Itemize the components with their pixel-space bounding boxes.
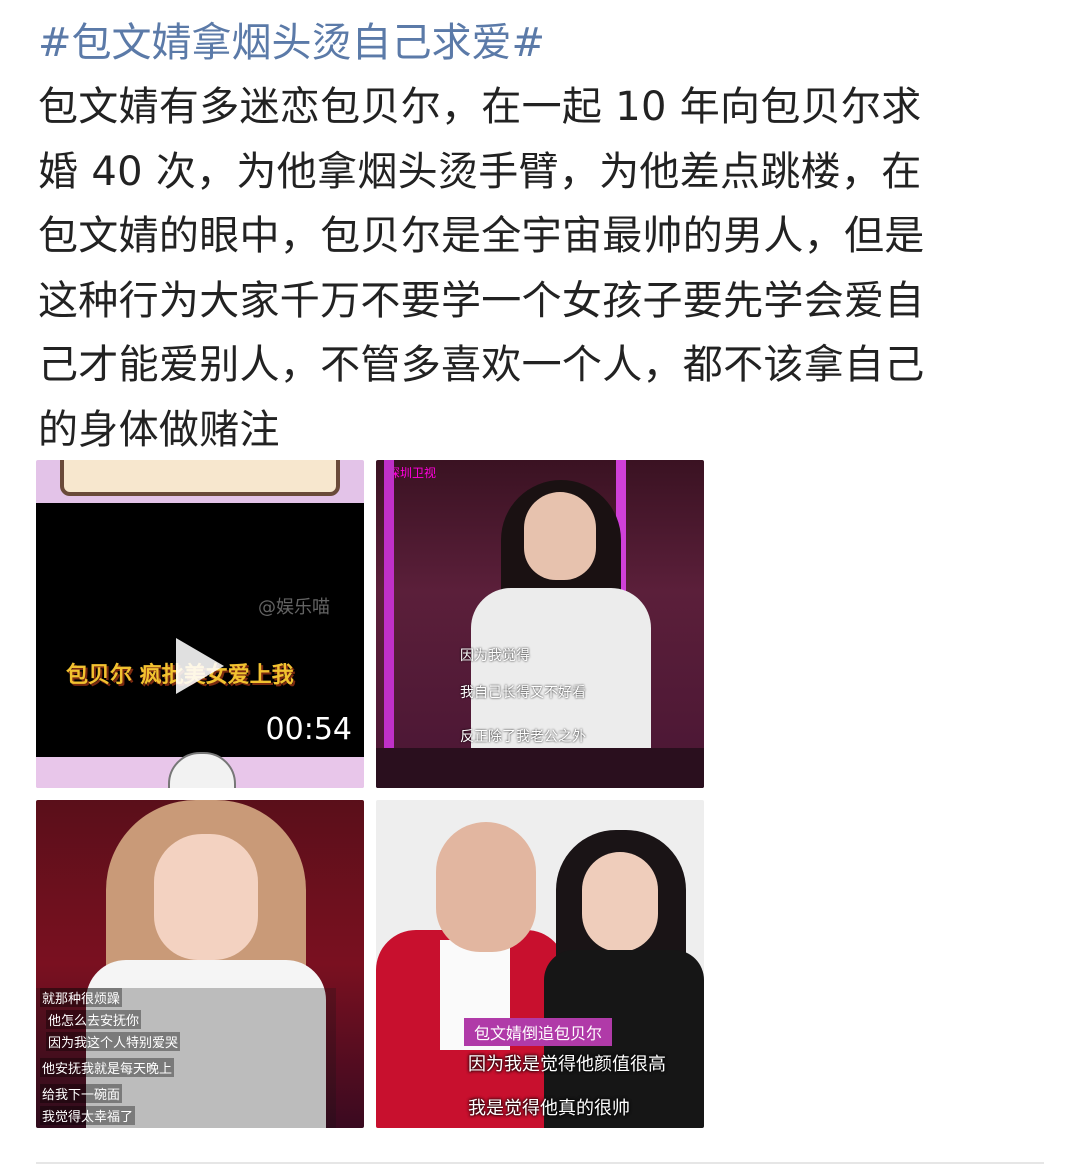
video-card-banner (60, 460, 340, 496)
post-body-text: 包文婧有多迷恋包贝尔，在一起 10 年向包贝尔求 婚 40 次，为他拿烟头烫手臂… (38, 84, 925, 453)
post-divider (36, 1162, 1044, 1164)
photo-thumbnail-4[interactable]: 包文婧倒追包贝尔 因为我是觉得他颜值很高 我是觉得他真的很帅 (376, 800, 704, 1128)
man-head (436, 822, 536, 952)
subtitle-line: 给我下一碗面 (40, 1084, 123, 1103)
subtitle-line: 我觉得太幸福了 (40, 1106, 136, 1125)
video-thumbnail[interactable]: @娱乐喵 包贝尔 疯批美女爱上我 00:54 (36, 460, 364, 788)
hashtag-link[interactable]: #包文婧拿烟头烫自己求爱# (38, 14, 545, 72)
subtitle-line: 他安抚我就是每天晚上 (40, 1058, 175, 1077)
play-icon[interactable] (176, 638, 224, 694)
media-grid: @娱乐喵 包贝尔 疯批美女爱上我 00:54 深圳卫视 因为我觉得 我自己长得又… (36, 460, 704, 1128)
video-frame: @娱乐喵 包贝尔 疯批美女爱上我 00:54 (36, 503, 364, 757)
photo-thumbnail-2[interactable]: 深圳卫视 因为我觉得 我自己长得又不好看 反正除了我老公之外 (376, 460, 704, 788)
program-tag: 包文婧倒追包贝尔 (464, 1018, 613, 1046)
subtitle-line: 因为我是觉得他颜值很高 (468, 1054, 666, 1075)
subtitle-line: 他怎么去安抚你 (46, 1010, 142, 1029)
tv-channel-logo: 深圳卫视 (388, 466, 437, 480)
subtitle-line: 反正除了我老公之外 (460, 729, 586, 745)
video-duration: 00:54 (265, 712, 352, 747)
subtitle-line: 我自己长得又不好看 (460, 685, 586, 701)
person-face (154, 834, 258, 960)
subtitle-line: 因为我这个人特别爱哭 (46, 1032, 181, 1051)
video-watermark: @娱乐喵 (258, 597, 330, 618)
woman-face (582, 852, 658, 952)
stage-floor (376, 748, 704, 788)
subtitle-line: 就那种很烦躁 (40, 988, 123, 1007)
person-face (524, 492, 596, 580)
subtitle-line: 我是觉得他真的很帅 (468, 1098, 630, 1119)
stage-light-left (384, 460, 394, 788)
subtitle-line: 因为我觉得 (460, 648, 530, 664)
photo-thumbnail-3[interactable]: 就那种很烦躁 他怎么去安抚你 因为我这个人特别爱哭 他安抚我就是每天晚上 给我下… (36, 800, 364, 1128)
